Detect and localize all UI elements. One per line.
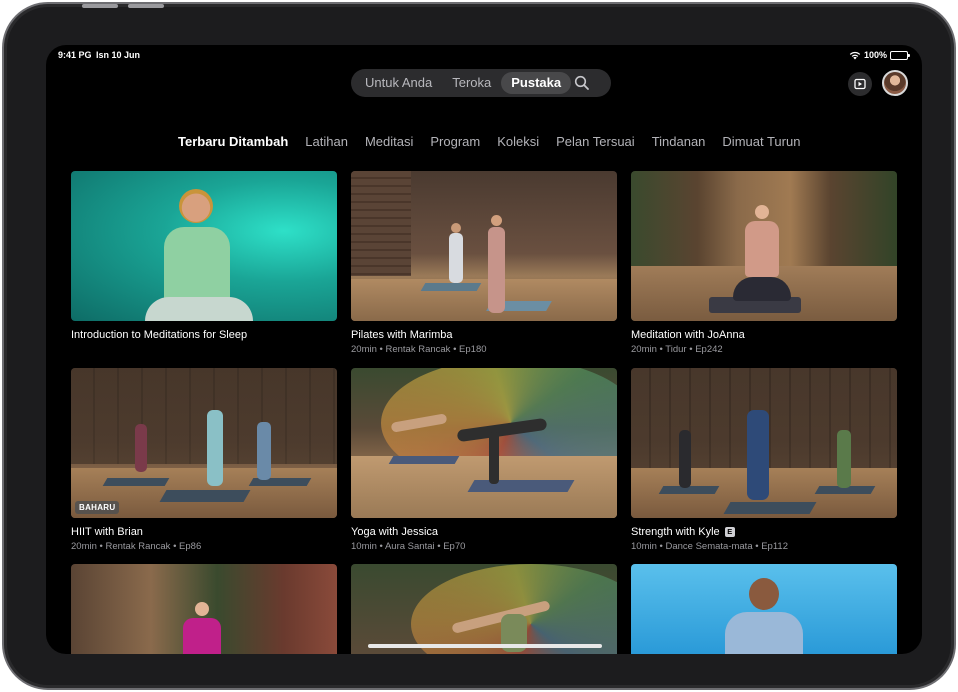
card-title: HIIT with Brian: [71, 526, 143, 538]
instructor-leg: [489, 432, 499, 484]
brick-wall: [351, 171, 411, 276]
card-meta: 20min • Tidur • Ep242: [631, 344, 723, 355]
card-meta: 20min • Rentak Rancak • Ep86: [71, 541, 202, 552]
instructor-figure: [179, 189, 213, 223]
card-thumbnail[interactable]: [351, 171, 617, 321]
category-pelan-tersuai[interactable]: Pelan Tersuai: [556, 134, 635, 149]
tab-pustaka[interactable]: Pustaka: [501, 72, 572, 94]
card-thumbnail[interactable]: [351, 368, 617, 518]
ipad-frame: 9:41 PG Isn 10 Jun 100% Untuk Anda Terok…: [2, 2, 956, 690]
card-thumbnail[interactable]: [351, 564, 617, 654]
category-terbaru-ditambah[interactable]: Terbaru Ditambah: [178, 134, 288, 149]
status-time: 9:41 PG: [58, 50, 92, 60]
card-title: Pilates with Marimba: [351, 329, 453, 341]
top-tab-bar: Untuk Anda Teroka Pustaka: [351, 69, 611, 97]
screen: 9:41 PG Isn 10 Jun 100% Untuk Anda Terok…: [46, 45, 922, 654]
workout-card[interactable]: [71, 564, 337, 654]
exercise-mat: [102, 478, 170, 486]
category-latihan[interactable]: Latihan: [305, 134, 348, 149]
home-indicator[interactable]: [368, 644, 602, 648]
instructor-legs: [733, 277, 791, 301]
explicit-badge: E: [724, 527, 735, 537]
workout-card[interactable]: Pilates with Marimba 20min • Rentak Ranc…: [351, 171, 617, 355]
instructor-body: [183, 618, 221, 654]
avatar[interactable]: [882, 70, 908, 96]
instructor-figure: [207, 410, 223, 486]
instructor-legs: [145, 297, 253, 321]
card-thumbnail[interactable]: [631, 171, 897, 321]
exercise-mat: [723, 502, 817, 514]
instructor-body: [164, 227, 230, 305]
volume-up-button: [82, 4, 118, 8]
status-date: Isn 10 Jun: [96, 50, 141, 60]
workout-card[interactable]: Yoga with Jessica 10min • Aura Santai • …: [351, 368, 617, 552]
play-icon: [854, 78, 866, 90]
workout-card[interactable]: BAHARU HIIT with Brian 20min • Rentak Ra…: [71, 368, 337, 552]
category-program[interactable]: Program: [430, 134, 480, 149]
exercise-mat: [420, 283, 482, 291]
workout-card[interactable]: Meditation with JoAnna 20min • Tidur • E…: [631, 171, 897, 355]
workout-card[interactable]: [351, 564, 617, 654]
card-thumbnail[interactable]: [71, 564, 337, 654]
category-meditasi[interactable]: Meditasi: [365, 134, 413, 149]
card-thumbnail[interactable]: [631, 368, 897, 518]
workout-card[interactable]: Strength with Kyle E 10min • Dance Semat…: [631, 368, 897, 552]
instructor-figure: [679, 430, 691, 488]
status-bar: 9:41 PG Isn 10 Jun 100%: [58, 50, 910, 64]
airplay-button[interactable]: [848, 72, 872, 96]
category-bar: Terbaru Ditambah Latihan Meditasi Progra…: [178, 134, 817, 149]
instructor-figure: [749, 578, 779, 610]
workout-card[interactable]: Introduction to Meditations for Sleep: [71, 171, 337, 344]
card-meta: 10min • Dance Semata-mata • Ep112: [631, 541, 788, 552]
instructor-figure: [135, 424, 147, 472]
card-meta: 10min • Aura Santai • Ep70: [351, 541, 466, 552]
instructor-figure: [451, 223, 461, 233]
wood-wall: [71, 368, 337, 464]
workout-card[interactable]: [631, 564, 897, 654]
instructor-figure: [755, 205, 769, 219]
card-meta: 20min • Rentak Rancak • Ep180: [351, 344, 487, 355]
instructor-figure: [491, 215, 502, 226]
battery-icon: [890, 50, 910, 60]
tab-untuk-anda[interactable]: Untuk Anda: [355, 72, 442, 94]
volume-down-button: [128, 4, 164, 8]
instructor-body: [725, 612, 803, 654]
exercise-mat: [388, 456, 460, 464]
card-thumbnail[interactable]: [71, 171, 337, 321]
tab-teroka[interactable]: Teroka: [442, 72, 501, 94]
instructor-figure: [195, 602, 209, 616]
instructor-body: [449, 233, 463, 283]
wifi-icon: [849, 51, 861, 59]
card-title: Meditation with JoAnna: [631, 329, 745, 341]
battery-percent: 100%: [863, 50, 887, 60]
card-title: Introduction to Meditations for Sleep: [71, 329, 248, 341]
card-thumbnail[interactable]: BAHARU: [71, 368, 337, 518]
instructor-figure: [837, 430, 851, 488]
category-dimuat-turun[interactable]: Dimuat Turun: [722, 134, 800, 149]
exercise-mat: [658, 486, 720, 494]
card-title-text: Strength with Kyle: [631, 526, 720, 538]
exercise-mat: [159, 490, 251, 502]
search-icon[interactable]: [573, 74, 591, 92]
instructor-figure: [747, 410, 769, 500]
card-thumbnail[interactable]: [631, 564, 897, 654]
exercise-mat: [248, 478, 312, 486]
exercise-mat: [467, 480, 575, 492]
wood-floor: [351, 279, 617, 321]
category-koleksi[interactable]: Koleksi: [497, 134, 539, 149]
new-badge: BAHARU: [75, 501, 120, 514]
card-title: Yoga with Jessica: [351, 526, 439, 538]
instructor-body: [488, 227, 505, 313]
card-title: Strength with Kyle E: [631, 526, 897, 538]
instructor-figure: [257, 422, 271, 480]
instructor-body: [745, 221, 779, 277]
category-tindanan[interactable]: Tindanan: [652, 134, 706, 149]
